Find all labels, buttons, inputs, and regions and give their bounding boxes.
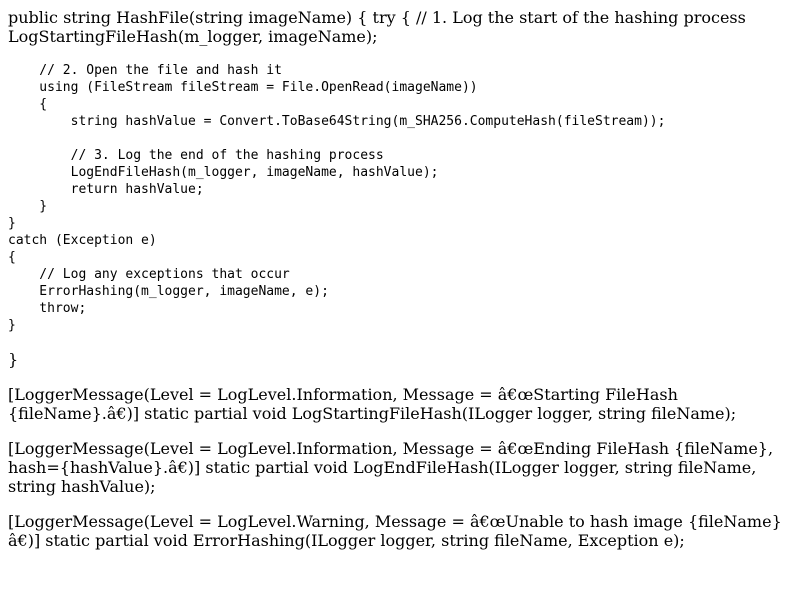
code-block: // 2. Open the file and hash it using (F…	[8, 63, 666, 333]
closing-brace: }	[8, 350, 19, 369]
document-page: public string HashFile(string imageName)…	[0, 0, 800, 550]
logger-message-error: [LoggerMessage(Level = LogLevel.Warning,…	[8, 512, 782, 550]
logger-message-ending: [LoggerMessage(Level = LogLevel.Informat…	[8, 439, 774, 496]
intro-paragraph: public string HashFile(string imageName)…	[8, 8, 746, 46]
logger-message-starting: [LoggerMessage(Level = LogLevel.Informat…	[8, 385, 737, 423]
